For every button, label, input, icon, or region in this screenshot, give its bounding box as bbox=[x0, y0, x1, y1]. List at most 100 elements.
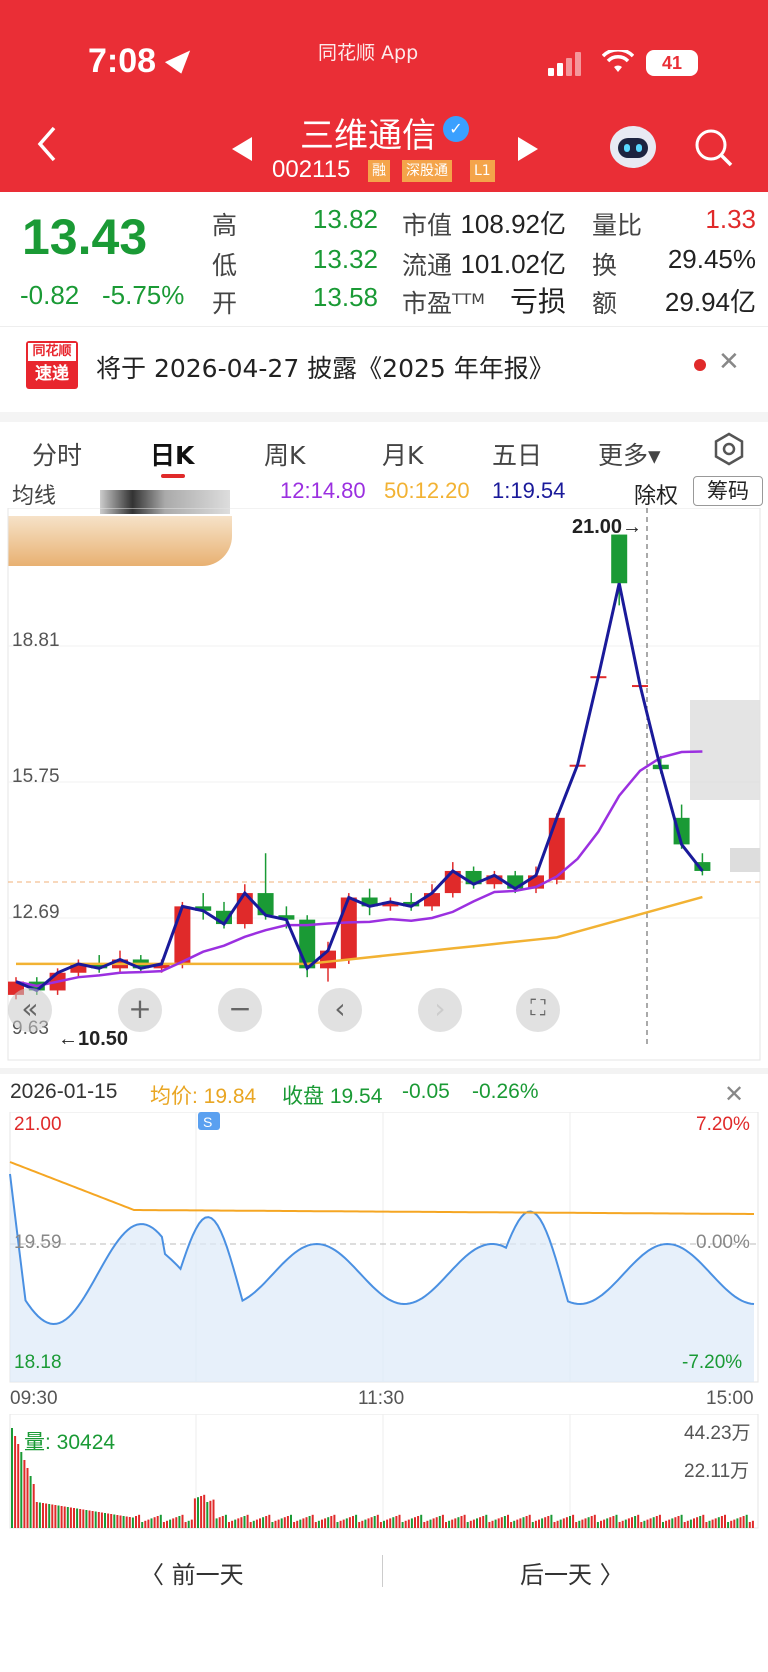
tab-daily-k[interactable]: 日K bbox=[150, 436, 194, 472]
volume-bar bbox=[432, 1518, 435, 1528]
volume-bar bbox=[547, 1516, 550, 1528]
volume-bar bbox=[441, 1514, 444, 1528]
zoom-out-icon[interactable]: − bbox=[218, 988, 262, 1032]
candle-body bbox=[611, 534, 628, 584]
volume-bar bbox=[572, 1514, 575, 1528]
time-end: 15:00 bbox=[706, 1388, 754, 1409]
candle-body bbox=[257, 893, 274, 916]
volume-bar bbox=[348, 1517, 351, 1528]
search-icon[interactable] bbox=[694, 128, 734, 168]
volume-bar bbox=[745, 1514, 748, 1528]
volume-bar bbox=[296, 1520, 299, 1528]
volume-bar bbox=[26, 1468, 29, 1528]
next-day-button[interactable]: 后一天 〉 bbox=[520, 1555, 624, 1590]
volume-bar bbox=[45, 1503, 48, 1528]
value-low: 13.32 bbox=[312, 244, 378, 274]
volume-bar bbox=[553, 1522, 556, 1528]
robot-assistant-icon[interactable] bbox=[610, 126, 656, 168]
intraday-chg: -0.05 bbox=[402, 1080, 450, 1103]
volume-bar bbox=[730, 1520, 733, 1528]
chips-button[interactable]: 筹码 bbox=[693, 476, 763, 506]
volume-bar bbox=[352, 1516, 354, 1528]
news-logo: 同花顺 速递 bbox=[26, 341, 78, 389]
volume-bar bbox=[116, 1515, 119, 1528]
prev-stock-icon[interactable] bbox=[232, 137, 252, 161]
volume-bar bbox=[187, 1520, 190, 1528]
scroll-left-icon[interactable]: ‹ bbox=[318, 988, 362, 1032]
volume-bar bbox=[259, 1518, 261, 1528]
volume-bar bbox=[742, 1516, 745, 1528]
close-popup-icon[interactable]: ✕ bbox=[724, 1080, 744, 1108]
volume-bar bbox=[336, 1522, 339, 1528]
scroll-right-icon[interactable]: › bbox=[418, 988, 462, 1032]
volume-bar bbox=[693, 1518, 695, 1528]
exright-button[interactable]: 除权 bbox=[634, 478, 678, 510]
volume-bar bbox=[584, 1518, 587, 1528]
fullscreen-icon[interactable]: ⛶ bbox=[516, 988, 560, 1032]
tab-monthly-k[interactable]: 月K bbox=[382, 436, 423, 472]
label-amount: 额 bbox=[592, 289, 618, 318]
volume-bar bbox=[135, 1516, 137, 1528]
tab-intraday[interactable]: 分时 bbox=[32, 436, 82, 472]
kline-chart[interactable] bbox=[0, 508, 768, 1068]
label-mktcap: 市值 bbox=[402, 211, 453, 240]
volume-bar bbox=[20, 1452, 23, 1528]
battery-indicator: 41 bbox=[646, 50, 698, 76]
volume-bar bbox=[559, 1519, 562, 1528]
close-icon[interactable]: ✕ bbox=[718, 347, 740, 377]
volume-bar bbox=[621, 1520, 624, 1528]
volume-bar bbox=[615, 1514, 618, 1528]
value-high: 13.82 bbox=[312, 204, 378, 234]
next-stock-icon[interactable] bbox=[518, 137, 538, 161]
volume-bar bbox=[88, 1510, 91, 1528]
volume-bar bbox=[634, 1516, 637, 1528]
volume-bar bbox=[640, 1522, 643, 1528]
volume-bar bbox=[516, 1519, 519, 1528]
value-turnover: 29.45% bbox=[667, 244, 756, 274]
volume-bar bbox=[389, 1518, 392, 1528]
volume-bar bbox=[507, 1514, 509, 1528]
volume-bar bbox=[119, 1515, 122, 1528]
ma-legend-label[interactable]: 均线 bbox=[12, 478, 56, 510]
ma12-value: 12:14.80 bbox=[280, 478, 366, 503]
volume-bar bbox=[469, 1520, 472, 1528]
volume-bar bbox=[379, 1522, 382, 1528]
volume-max: 44.23万 bbox=[684, 1423, 751, 1444]
volume-bar bbox=[562, 1518, 565, 1528]
volume-bar bbox=[565, 1517, 568, 1528]
volume-bar bbox=[311, 1514, 314, 1528]
volume-bar bbox=[448, 1520, 451, 1528]
tab-five-day[interactable]: 五日 bbox=[492, 436, 542, 472]
volume-bar bbox=[581, 1519, 584, 1528]
volume-bar bbox=[662, 1522, 664, 1528]
tab-weekly-k[interactable]: 周K bbox=[264, 436, 305, 472]
prev-day-button[interactable]: 〈 前一天 bbox=[140, 1555, 244, 1590]
y-label-1: 18.81 bbox=[12, 630, 60, 651]
back-icon[interactable] bbox=[34, 124, 62, 164]
volume-bar bbox=[342, 1519, 345, 1528]
volume-bar bbox=[206, 1502, 209, 1528]
volume-bar bbox=[237, 1518, 240, 1528]
volume-bar bbox=[193, 1498, 196, 1528]
volume-bar bbox=[497, 1518, 500, 1528]
volume-bar bbox=[488, 1522, 491, 1528]
volume-bar bbox=[358, 1522, 361, 1528]
announcement-bar[interactable]: 同花顺 速递 将于 2026-04-27 披露《2025 年年报》 ✕ bbox=[0, 326, 768, 402]
settings-icon[interactable] bbox=[712, 432, 746, 470]
zoom-in-icon[interactable]: + bbox=[118, 988, 162, 1032]
volume-bar bbox=[345, 1518, 348, 1528]
tab-more[interactable]: 更多▾ bbox=[598, 436, 661, 472]
volume-bar bbox=[42, 1503, 44, 1528]
intraday-pmin: -7.20% bbox=[682, 1352, 743, 1373]
volume-bar bbox=[138, 1514, 141, 1528]
price-change: -0.82 bbox=[20, 280, 80, 310]
collapse-left-icon[interactable]: « bbox=[8, 988, 52, 1032]
intraday-date: 2026-01-15 bbox=[10, 1080, 118, 1103]
volume-bar bbox=[246, 1514, 249, 1528]
volume-bar bbox=[203, 1494, 206, 1528]
tag-margin: 融 bbox=[368, 160, 390, 182]
volume-bar bbox=[293, 1522, 296, 1528]
volume-bar bbox=[262, 1517, 265, 1528]
value-amount: 29.94亿 bbox=[664, 287, 756, 317]
volume-bar bbox=[150, 1518, 153, 1528]
